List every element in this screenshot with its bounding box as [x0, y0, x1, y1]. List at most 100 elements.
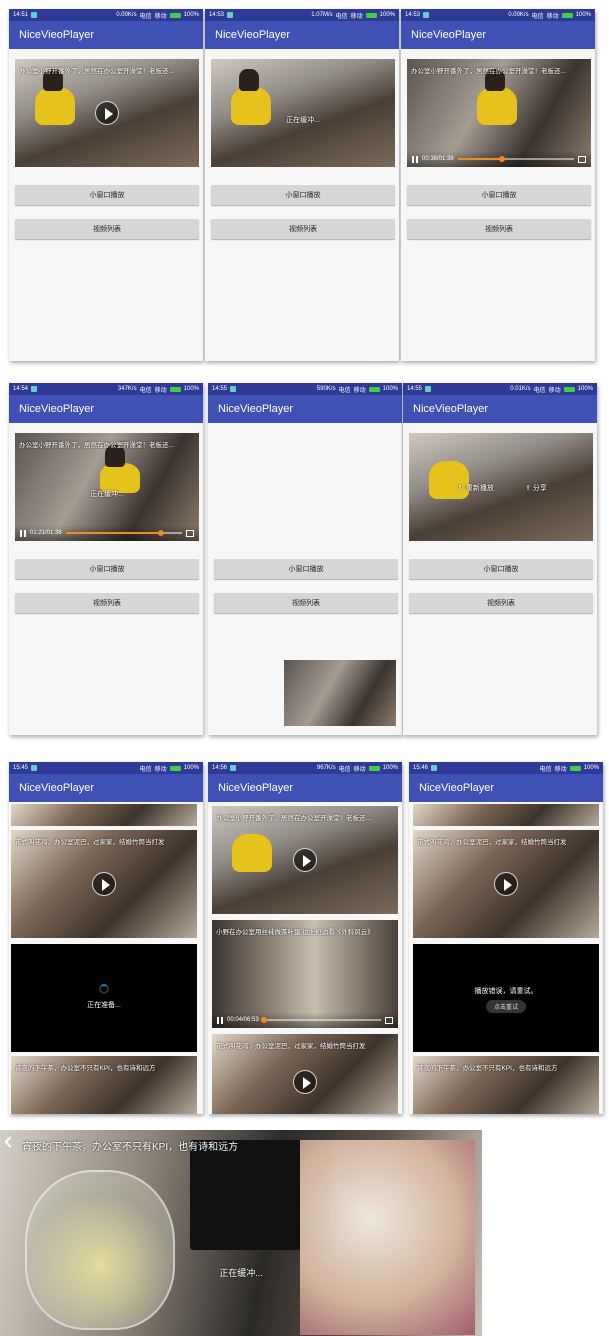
video-title: 花式叫花鸡，办公室泥巴，过家家，结婚竹筒当打发	[216, 1043, 366, 1050]
time-display: 00:04/06:53	[227, 1017, 259, 1023]
play-icon[interactable]	[92, 872, 116, 896]
small-window-button[interactable]: 小窗口播放	[214, 559, 398, 579]
list-item[interactable]: 花式叫花鸡，办公室泥巴，过家家，结婚竹筒当打发	[212, 1034, 398, 1114]
list-item[interactable]: 办公室小野开番外了，居然在办公室开澡堂！老板还...	[212, 806, 398, 914]
list-item[interactable]: 花式叫花鸡，办公室泥巴，过家家，结婚竹筒当打发	[11, 830, 197, 938]
seek-bar[interactable]	[260, 1017, 381, 1023]
video-title: 宵夜的下午茶，办公室不只有KPI，也有诗和远方	[15, 1065, 156, 1072]
seek-bar[interactable]	[65, 530, 182, 536]
video-list-button[interactable]: 视频列表	[409, 593, 593, 613]
battery-icon	[368, 765, 380, 771]
app-bar-title: NiceVieoPlayer	[208, 774, 402, 802]
status-bar: 14:55 0.01K/s 电信 移动 100%	[403, 383, 597, 395]
play-icon[interactable]	[293, 1070, 317, 1094]
status-carrier: 电信	[338, 766, 351, 773]
list-item[interactable]: 播放错误，请重试。点击重试	[413, 944, 599, 1052]
status-battery: 100%	[575, 12, 591, 18]
status-battery: 100%	[577, 386, 593, 392]
video-list-button[interactable]: 视频列表	[15, 593, 199, 613]
notification-icon	[31, 765, 38, 771]
video-title: 办公室小野开番外了，居然在办公室开澡堂！老板还...	[216, 815, 371, 822]
list-item[interactable]: 小野在办公室用丝袜做茶叶蛋 边上班边看《外科风云》 00:04/06:53	[212, 920, 398, 1028]
video-controls: 00:04/06:53	[212, 1012, 398, 1028]
status-time: 14:51	[13, 12, 29, 18]
buffering-text: 正在缓冲...	[286, 117, 320, 124]
status-carrier: 电信	[531, 13, 544, 20]
status-time: 14:53	[209, 12, 225, 18]
notification-icon	[31, 12, 38, 18]
phone-screen-4: 14:54 347K/s 电信 移动 100% NiceVieoPlayer 办公室小野…	[9, 383, 203, 735]
list-item[interactable]: 宵夜的下午茶，办公室不只有KPI，也有诗和远方	[11, 1056, 197, 1114]
status-battery: 100%	[379, 12, 395, 18]
video-player[interactable]: 办公室小野开番外了，居然在办公室开澡堂！老板还... 正在缓冲... 01:21…	[15, 433, 199, 541]
status-net-speed: 967K/s	[316, 765, 336, 771]
play-icon[interactable]	[95, 101, 119, 125]
battery-icon	[563, 386, 575, 392]
video-list-button[interactable]: 视频列表	[407, 219, 591, 239]
battery-icon	[569, 765, 581, 771]
seek-bar[interactable]	[457, 156, 574, 162]
play-icon[interactable]	[494, 872, 518, 896]
app-bar-title: NiceVieoPlayer	[409, 774, 603, 802]
phone-screen-1: 14:51 0.00K/s 电信 移动 100% NiceVieoPlayer 办公室小…	[9, 9, 203, 361]
mini-window-player[interactable]	[284, 660, 396, 726]
status-time: 14:55	[407, 386, 423, 392]
status-bar: 14:51 0.00K/s 电信 移动 100%	[9, 9, 203, 21]
play-icon[interactable]	[293, 848, 317, 872]
battery-icon	[169, 386, 181, 392]
fullscreen-buffering-text: 正在缓冲...	[219, 1268, 263, 1278]
status-carrier: 电信	[335, 13, 348, 20]
video-player[interactable]: 正在缓冲...	[211, 59, 395, 167]
app-bar-title: NiceVieoPlayer	[9, 395, 203, 423]
phone-screen-7: 15:45 电信 移动 100% NiceVieoPlayer 花式叫花鸡，办公室泥巴…	[9, 762, 203, 1114]
video-list-button[interactable]: 视频列表	[15, 219, 199, 239]
status-battery: 100%	[183, 386, 199, 392]
small-window-button[interactable]: 小窗口播放	[15, 559, 199, 579]
fullscreen-icon[interactable]	[578, 155, 586, 163]
status-carrier: 电信	[139, 13, 152, 20]
list-item[interactable]: 花式叫花鸡，办公室泥巴，过家家，结婚竹筒当打发	[413, 830, 599, 938]
list-item[interactable]	[11, 804, 197, 826]
time-display: 00:38/01:38	[422, 156, 454, 162]
pause-icon[interactable]	[20, 529, 26, 537]
status-time: 14:56	[212, 765, 228, 771]
replay-icon: ↻	[458, 485, 466, 492]
small-window-button[interactable]: 小窗口播放	[211, 185, 395, 205]
back-arrow-icon[interactable]	[4, 1136, 16, 1148]
list-item[interactable]: 宵夜的下午茶，办公室不只有KPI，也有诗和远方	[413, 1056, 599, 1114]
pause-icon[interactable]	[217, 1016, 223, 1024]
notification-icon	[31, 386, 38, 392]
list-item[interactable]	[413, 804, 599, 826]
video-player[interactable]: ↻ 重新播放 ⇪ 分享	[409, 433, 593, 541]
small-window-button[interactable]: 小窗口播放	[409, 559, 593, 579]
status-carrier: 电信	[139, 387, 152, 394]
list-item[interactable]: 正在准备...	[11, 944, 197, 1052]
status-carrier-2: 移动	[154, 766, 167, 773]
small-window-button[interactable]: 小窗口播放	[15, 185, 199, 205]
video-title: 花式叫花鸡，办公室泥巴，过家家，结婚竹筒当打发	[417, 839, 567, 846]
app-bar-title: NiceVieoPlayer	[208, 395, 402, 423]
status-carrier: 电信	[539, 766, 552, 773]
video-list-button[interactable]: 视频列表	[211, 219, 395, 239]
status-battery: 100%	[382, 386, 398, 392]
share-button[interactable]: ⇪ 分享	[479, 483, 593, 493]
small-window-button[interactable]: 小窗口播放	[407, 185, 591, 205]
status-bar: 14:54 347K/s 电信 移动 100%	[9, 383, 203, 395]
status-net-speed: 1.07M/s	[311, 12, 333, 18]
fullscreen-icon[interactable]	[385, 1016, 393, 1024]
status-net-speed: 347K/s	[117, 386, 137, 392]
retry-button[interactable]: 点击重试	[485, 1000, 527, 1013]
status-net-speed: 0.00K/s	[116, 12, 137, 18]
video-title: 办公室小野开番外了，居然在办公室开澡堂！老板还...	[19, 442, 174, 449]
fullscreen-player[interactable]: 宵夜的下午茶，办公室不只有KPI，也有诗和远方 正在缓冲...	[0, 1130, 482, 1336]
video-player[interactable]: 办公室小野开番外了，居然在办公室开澡堂！老板还...	[15, 59, 199, 167]
status-battery: 100%	[583, 765, 599, 771]
error-text: 播放错误，请重试。	[474, 988, 538, 995]
video-player[interactable]: 办公室小野开番外了，居然在办公室开澡堂！老板还... 00:38/01:38	[407, 59, 591, 167]
status-net-speed: 590K/s	[316, 386, 336, 392]
battery-icon	[169, 765, 181, 771]
pause-icon[interactable]	[412, 155, 418, 163]
phone-screen-5: 14:55 590K/s 电信 移动 100% NiceVieoPlayer 小窗口播放…	[208, 383, 402, 735]
fullscreen-icon[interactable]	[186, 529, 194, 537]
video-list-button[interactable]: 视频列表	[214, 593, 398, 613]
